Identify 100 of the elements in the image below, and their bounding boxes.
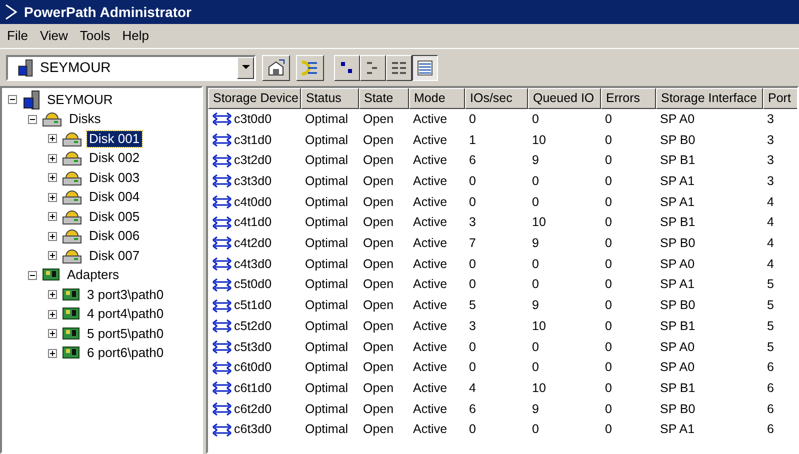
table-cell-text: 5 xyxy=(767,338,774,356)
expand-toggle[interactable] xyxy=(48,154,57,163)
menu-item[interactable]: Tools xyxy=(74,26,116,46)
table-cell-text: c6t3d0 xyxy=(234,421,272,438)
column-header[interactable]: IOs/sec xyxy=(465,88,528,109)
view-button[interactable] xyxy=(412,54,438,80)
table-cell-text: SP B0 xyxy=(660,235,696,252)
table-cell-text: SP B0 xyxy=(660,297,696,314)
path-arrows-icon xyxy=(212,236,232,250)
table-cell-text: c6t1d0 xyxy=(234,380,272,397)
tree-item[interactable]: Disks xyxy=(67,111,103,128)
paths-button[interactable] xyxy=(296,54,324,80)
table-cell-text: 6 xyxy=(469,152,476,170)
table-cell-text: 3 xyxy=(469,318,476,335)
column-header[interactable]: State xyxy=(359,88,409,109)
table-cell-text: SP B1 xyxy=(660,152,696,170)
table-cell-text: SP A1 xyxy=(660,194,695,211)
column-header[interactable]: Port xyxy=(763,88,797,109)
table-cell-text: Optimal xyxy=(305,421,348,438)
expand-toggle[interactable] xyxy=(28,114,37,124)
path-arrows-icon xyxy=(212,133,232,148)
disk-drive-icon xyxy=(61,130,83,148)
expand-toggle[interactable] xyxy=(48,173,57,182)
menu-item[interactable]: View xyxy=(34,26,73,46)
tree-item[interactable]: Disk 003 xyxy=(87,170,142,186)
expand-toggle[interactable] xyxy=(48,329,57,338)
expand-toggle[interactable] xyxy=(48,310,57,319)
disk-drive-icon xyxy=(61,168,83,187)
table-cell-text: Active xyxy=(413,318,448,335)
table-cell-text: 9 xyxy=(532,297,539,314)
computer-icon xyxy=(16,58,34,76)
table-cell-text: Optimal xyxy=(305,318,348,335)
expand-toggle[interactable] xyxy=(48,251,57,260)
properties-button[interactable] xyxy=(262,54,290,80)
tree-item[interactable]: Disk 002 xyxy=(87,150,142,166)
tree-item[interactable]: 5 port5\path0 xyxy=(85,326,166,342)
table-cell-text: 9 xyxy=(532,235,539,252)
host-combo[interactable]: SEYMOUR xyxy=(6,54,256,80)
table-cell-text: Open xyxy=(363,256,394,273)
tree-item[interactable]: Disk 005 xyxy=(87,208,142,225)
table-cell-text: Active xyxy=(413,359,448,376)
table-cell-text: SP A0 xyxy=(660,256,695,273)
expand-toggle[interactable] xyxy=(48,348,57,358)
path-arrows-icon xyxy=(212,154,232,168)
tree-item[interactable]: 6 port6\path0 xyxy=(85,345,166,362)
tree-item[interactable]: Adapters xyxy=(65,267,122,284)
tree-item[interactable]: SEYMOUR xyxy=(45,92,115,108)
table-cell-text: 10 xyxy=(532,318,546,335)
menu-item[interactable]: Help xyxy=(117,26,154,46)
table-cell-text: 0 xyxy=(469,173,476,190)
table-cell-text: Optimal xyxy=(305,380,348,397)
table-cell-text: 0 xyxy=(605,214,612,232)
expand-toggle[interactable] xyxy=(48,192,57,202)
column-header[interactable]: Mode xyxy=(409,88,465,109)
tree-item[interactable]: Disk 001 xyxy=(87,130,142,147)
table-cell-text: 7 xyxy=(469,235,476,252)
table-cell-text: 0 xyxy=(605,256,612,273)
path-arrows-icon xyxy=(212,216,232,230)
table-cell-text: 0 xyxy=(532,256,539,273)
column-header[interactable]: Storage Device xyxy=(208,88,301,109)
expand-toggle[interactable] xyxy=(48,212,57,222)
table-cell-text: Active xyxy=(413,256,448,273)
table-cell-text: Open xyxy=(363,421,394,438)
column-header[interactable]: Status xyxy=(301,88,359,109)
expand-toggle[interactable] xyxy=(8,95,17,104)
table-cell-text: 0 xyxy=(532,173,539,190)
tree-item[interactable]: 4 port4\path0 xyxy=(85,306,166,322)
table-cell-text: Open xyxy=(363,132,394,149)
tree-item[interactable]: Disk 004 xyxy=(87,189,142,206)
table-cell-text: 0 xyxy=(605,194,612,211)
table-cell-text: Active xyxy=(413,132,448,149)
table-cell-text: 0 xyxy=(605,359,612,376)
table-cell-text: SP B0 xyxy=(660,400,696,418)
table-cell-text: 4 xyxy=(767,214,774,232)
expand-toggle[interactable] xyxy=(48,232,57,241)
table-cell-text: Open xyxy=(363,194,394,211)
column-header[interactable]: Queued IO xyxy=(528,88,601,109)
expand-toggle[interactable] xyxy=(48,290,57,300)
table-cell-text: c3t3d0 xyxy=(234,173,272,190)
disk-drive-icon xyxy=(61,227,83,246)
expand-toggle[interactable] xyxy=(28,270,37,280)
column-header[interactable]: Errors xyxy=(601,88,656,109)
expand-toggle[interactable] xyxy=(48,134,57,144)
table-cell-text: 0 xyxy=(469,276,476,294)
view-icon xyxy=(391,60,407,76)
combo-value: SEYMOUR xyxy=(40,58,112,77)
tree-item[interactable]: Disk 006 xyxy=(87,228,142,244)
tree-item[interactable]: 3 port3\path0 xyxy=(85,286,166,303)
dropdown-button[interactable] xyxy=(237,56,254,78)
table-cell-text: 1 xyxy=(469,132,476,149)
menu-item[interactable]: File xyxy=(2,26,33,46)
tree-item[interactable]: Disk 007 xyxy=(87,248,142,264)
table-cell-text: SP A0 xyxy=(660,359,695,376)
table-cell-text: SP A0 xyxy=(660,110,695,128)
table-cell-text: c6t0d0 xyxy=(234,359,272,376)
table-cell-text: 0 xyxy=(469,110,476,128)
column-header[interactable]: Storage Interface xyxy=(656,88,763,109)
table-cell-text: 3 xyxy=(469,214,476,232)
disk-drive-icon xyxy=(61,246,83,265)
table-cell-text: Optimal xyxy=(305,359,348,376)
